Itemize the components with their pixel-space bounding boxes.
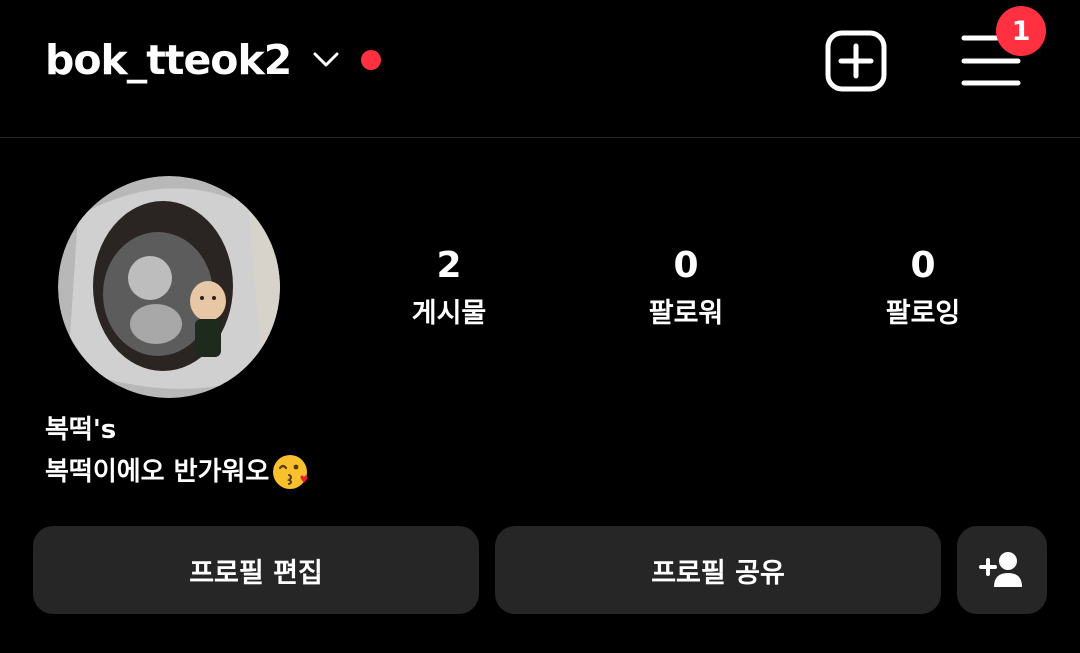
following-stat[interactable]: 0 팔로잉 [823,242,1023,334]
unread-dot [361,50,382,70]
discover-people-button[interactable] [957,526,1047,614]
username: bok_tteok2 [45,36,292,84]
bio: 복떡이에오 반가워오 [45,452,309,492]
create-icon[interactable] [825,30,887,92]
posts-count: 2 [436,245,462,286]
share-profile-button[interactable]: 프로필 공유 [495,526,941,614]
kissing-face-emoji [273,455,308,489]
bio-text: 복떡이에오 반가워오 [45,457,270,487]
edit-profile-button[interactable]: 프로필 편집 [33,526,479,614]
followers-count: 0 [673,245,699,286]
header-divider [0,137,1080,138]
following-count: 0 [910,245,936,286]
add-person-icon [979,552,1022,587]
chevron-down-icon [313,52,339,67]
followers-label: 팔로워 [648,298,724,329]
posts-label: 게시물 [411,298,487,329]
profile-screen: bok_tteok2 1 2 게시물 0 팔로워 0 팔로잉 복떡's 복떡이에… [0,0,1080,653]
account-switcher[interactable]: bok_tteok2 [45,30,382,90]
following-label: 팔로잉 [885,298,961,329]
notification-badge: 1 [996,6,1046,56]
avatar[interactable] [58,176,280,398]
top-bar: bok_tteok2 1 [0,0,1080,138]
posts-stat[interactable]: 2 게시물 [349,242,549,334]
followers-stat[interactable]: 0 팔로워 [586,242,786,334]
profile-name: 복떡's [45,415,117,445]
